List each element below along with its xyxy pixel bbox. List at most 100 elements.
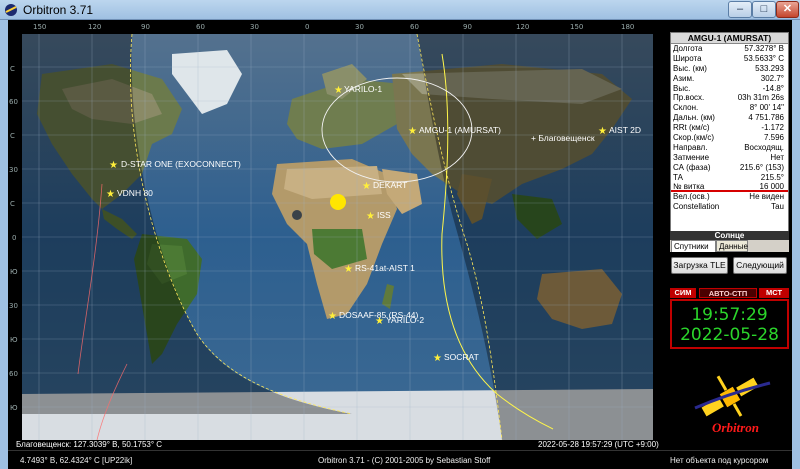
- lat-tick: Ю: [10, 336, 18, 344]
- info-key: Азим.: [673, 73, 695, 83]
- info-key: Склон.: [673, 103, 699, 113]
- lat-tick: 60: [9, 98, 18, 106]
- lon-tick: 150: [570, 23, 584, 31]
- info-row: СА (фаза) 215.6° (153): [671, 163, 788, 173]
- current-datetime: 2022-05-28 19:57:29 (UTC +9:00): [538, 440, 659, 449]
- window-frame-right: [792, 20, 800, 469]
- info-row: Склон. 8° 00' 14": [671, 103, 788, 113]
- info-value: Восходящ.: [744, 142, 784, 152]
- sat-label: SOCRAT: [444, 352, 479, 362]
- info-key: № витка: [673, 182, 705, 192]
- window-title: Orbitron 3.71: [23, 3, 94, 17]
- lat-tick: С: [10, 200, 15, 208]
- satellite-star-icon: ★: [433, 353, 442, 364]
- info-key: RRt (км/с): [673, 123, 710, 133]
- info-key: Выс. (км): [673, 63, 707, 73]
- sat-label: AMGU-1 (AMURSAT): [419, 125, 501, 135]
- info-value: Нет: [770, 152, 784, 162]
- info-row: Затмение Нет: [671, 153, 788, 163]
- info-value: Не виден: [749, 192, 784, 202]
- copyright-text: Orbitron 3.71 - (C) 2001-2005 by Sebasti…: [318, 456, 491, 465]
- satellite-star-icon: ★: [344, 264, 353, 275]
- longitude-scale: [8, 20, 667, 34]
- info-value: 03h 31m 26s: [737, 93, 784, 103]
- lat-tick: 30: [9, 166, 18, 174]
- sim-mode-toggle[interactable]: СИМ: [670, 288, 696, 298]
- info-key: Вел.(осв.): [673, 192, 710, 202]
- satellite-star-icon: ★: [328, 311, 337, 322]
- info-row: Азим. 302.7°: [671, 74, 788, 84]
- cursor-object: Нет объекта под курсором: [670, 456, 769, 465]
- window-status-bar: 4.7493° В, 62.4324° С [UP22ik] Orbitron …: [8, 450, 792, 469]
- info-row: Выс. -14.8°: [671, 84, 788, 94]
- info-key: Скор.(км/с): [673, 133, 715, 143]
- load-tle-button[interactable]: Загрузка TLE: [671, 257, 728, 274]
- satellite-star-icon: ★: [106, 189, 115, 200]
- info-key: СА (фаза): [673, 162, 711, 172]
- sat-label: AIST 2D: [609, 125, 641, 135]
- moon-icon: [292, 210, 302, 220]
- satellite-star-icon: ★: [334, 85, 343, 96]
- window-frame-left: [0, 20, 8, 469]
- tab-satellites[interactable]: Спутники: [671, 240, 716, 252]
- info-key: Направл.: [673, 142, 708, 152]
- clock-display[interactable]: 19:57:29 2022-05-28: [670, 299, 789, 349]
- observer-location: Благовещенск: 127.3039° В, 50.1753° С: [16, 440, 163, 449]
- info-row: Долгота 57.3278° В: [671, 44, 788, 54]
- lon-tick: 60: [410, 23, 419, 31]
- satellite-star-icon: ★: [408, 126, 417, 137]
- satellite-star-icon: ★: [598, 126, 607, 137]
- orbitron-app-icon: [5, 4, 17, 16]
- info-value: 57.3278° В: [744, 44, 784, 53]
- title-bar: Orbitron 3.71 – □ ✕: [0, 0, 800, 20]
- clock-time: 19:57:29: [691, 305, 768, 325]
- clock-date: 2022-05-28: [680, 325, 779, 345]
- cursor-coords: 4.7493° В, 62.4324° С [UP22ik]: [20, 456, 133, 465]
- info-value: 7.596: [763, 133, 784, 143]
- sat-label: YARILO-2: [386, 315, 424, 325]
- lat-tick: С: [10, 65, 15, 73]
- info-value: Tau: [771, 202, 784, 212]
- lon-tick: 0: [305, 23, 310, 31]
- info-key: Выс.: [673, 83, 691, 93]
- latitude-scale-right: [653, 34, 667, 449]
- lon-tick: 90: [141, 23, 150, 31]
- auto-dst-toggle[interactable]: АВТО-СТП: [699, 288, 757, 298]
- satellite-star-icon: ★: [366, 211, 375, 222]
- info-value: 533.293: [755, 63, 784, 73]
- next-button[interactable]: Следующий: [733, 257, 787, 274]
- info-row: RRt (км/с) -1.172: [671, 123, 788, 133]
- lon-tick: 30: [355, 23, 364, 31]
- orbitron-logo: Orbitron: [670, 353, 789, 448]
- earth-map[interactable]: + Благовещенск ★ YARILO-1 ★ AMGU-1 (AMUR…: [22, 34, 653, 440]
- close-button[interactable]: ✕: [776, 1, 799, 18]
- map-status-bar: Благовещенск: 127.3039° В, 50.1753° С 20…: [8, 440, 667, 450]
- info-key: Пр.восх.: [673, 93, 705, 103]
- lon-tick: 90: [463, 23, 472, 31]
- lon-tick: 150: [33, 23, 47, 31]
- lat-tick: Ю: [10, 268, 18, 276]
- info-panel: AMGU-1 (AMURSAT) Долгота 57.3278° В Широт…: [667, 20, 792, 450]
- satellite-star-icon: ★: [109, 160, 118, 171]
- local-time-toggle[interactable]: МСТ: [759, 288, 789, 298]
- info-row: Дальн. (км) 4 751.786: [671, 113, 788, 123]
- sat-label: RS-41at-AIST 1: [355, 263, 415, 273]
- sat-info-title: AMGU-1 (AMURSAT): [671, 33, 788, 44]
- sat-label: YARILO-1: [344, 84, 382, 94]
- minimize-button[interactable]: –: [728, 1, 752, 18]
- maximize-button[interactable]: □: [752, 1, 776, 18]
- info-row: Широта 53.5633° С: [671, 54, 788, 64]
- world-map-panel[interactable]: 150 120 90 60 30 0 30 60 90 120 150 180 …: [8, 20, 667, 449]
- lon-tick: 120: [516, 23, 530, 31]
- sun-icon: [330, 194, 346, 210]
- sat-label: DEKART: [373, 180, 407, 190]
- satellite-info-table: AMGU-1 (AMURSAT) Долгота 57.3278° В Широт…: [670, 32, 789, 236]
- lat-tick: 0: [12, 234, 17, 242]
- info-row: Constellation Tau: [671, 202, 788, 212]
- lon-tick: 180: [621, 23, 635, 31]
- satellite-star-icon: ★: [362, 181, 371, 192]
- info-value: 302.7°: [760, 73, 784, 83]
- tab-data[interactable]: Данные: [716, 240, 748, 252]
- info-key: Широта: [673, 53, 702, 63]
- lat-tick: 30: [9, 302, 18, 310]
